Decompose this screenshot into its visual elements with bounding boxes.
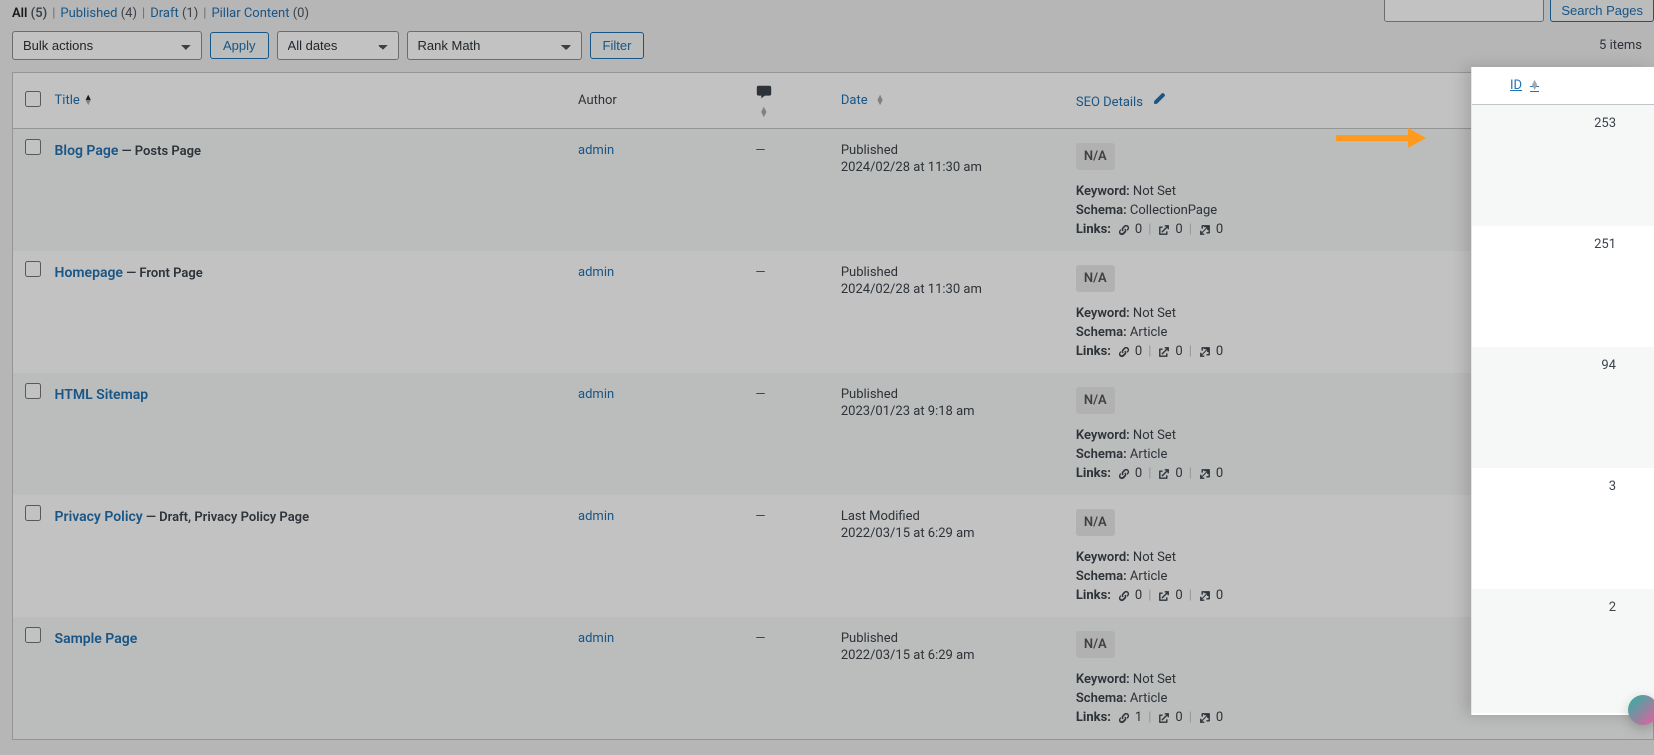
id-column-highlight: ID▲▼ 253 251 94 3 2 bbox=[1471, 67, 1654, 715]
select-all-checkbox[interactable] bbox=[25, 91, 41, 107]
table-row: Sample Page admin — Published 2022/03/15… bbox=[13, 617, 1654, 740]
external-link-icon: 0 bbox=[1157, 710, 1182, 725]
author-link[interactable]: admin bbox=[578, 509, 614, 524]
page-title-link[interactable]: HTML Sitemap bbox=[55, 387, 149, 403]
table-row: HTML Sitemap admin — Published 2023/01/2… bbox=[13, 373, 1654, 495]
pencil-icon[interactable] bbox=[1152, 95, 1166, 110]
internal-link-icon: 1 bbox=[1117, 710, 1142, 725]
post-state: — Front Page bbox=[126, 266, 203, 281]
chat-bubble-icon[interactable] bbox=[1628, 695, 1654, 725]
external-link-icon: 0 bbox=[1157, 344, 1182, 359]
filter-all[interactable]: All (5) bbox=[12, 6, 47, 21]
apply-button[interactable]: Apply bbox=[210, 32, 269, 59]
row-checkbox[interactable] bbox=[25, 261, 41, 277]
seo-score-badge: N/A bbox=[1076, 509, 1115, 536]
date-status: Published bbox=[841, 387, 1056, 402]
search-pages-input[interactable] bbox=[1384, 0, 1544, 22]
col-id-highlighted[interactable]: ID▲▼ bbox=[1510, 78, 1539, 93]
id-value: 253 bbox=[1594, 105, 1616, 131]
date-status: Published bbox=[841, 265, 1056, 280]
id-value: 3 bbox=[1609, 468, 1616, 494]
internal-link-icon: 0 bbox=[1117, 588, 1142, 603]
post-state: — Draft, Privacy Policy Page bbox=[146, 510, 309, 525]
seo-score-badge: N/A bbox=[1076, 143, 1115, 170]
author-link[interactable]: admin bbox=[578, 387, 614, 402]
incoming-link-icon: 0 bbox=[1198, 466, 1223, 481]
search-pages-button[interactable]: Search Pages bbox=[1550, 0, 1654, 22]
incoming-link-icon: 0 bbox=[1198, 222, 1223, 237]
caret-down-icon: ▼ bbox=[759, 113, 768, 118]
date-value: 2024/02/28 at 11:30 am bbox=[841, 282, 1056, 297]
page-title-link[interactable]: Blog Page bbox=[55, 143, 119, 159]
post-state: — Posts Page bbox=[122, 144, 201, 159]
external-link-icon: 0 bbox=[1157, 588, 1182, 603]
date-value: 2024/02/28 at 11:30 am bbox=[841, 160, 1056, 175]
incoming-link-icon: 0 bbox=[1198, 710, 1223, 725]
col-date[interactable]: Date▲▼ bbox=[841, 93, 885, 108]
comments-count: — bbox=[755, 387, 765, 402]
page-title-link[interactable]: Sample Page bbox=[55, 631, 138, 647]
author-link[interactable]: admin bbox=[578, 143, 614, 158]
comments-count: — bbox=[755, 631, 765, 646]
col-author: Author bbox=[568, 73, 745, 129]
author-link[interactable]: admin bbox=[578, 265, 614, 280]
bulk-actions-select[interactable]: Bulk actions bbox=[12, 31, 202, 60]
seo-score-badge: N/A bbox=[1076, 631, 1115, 658]
page-title-link[interactable]: Privacy Policy bbox=[55, 509, 143, 525]
id-value: 2 bbox=[1609, 589, 1616, 615]
annotation-arrow-icon bbox=[1336, 128, 1426, 148]
table-row: Homepage — Front Page admin — Published … bbox=[13, 251, 1654, 373]
caret-down-icon: ▼ bbox=[1530, 86, 1539, 91]
internal-link-icon: 0 bbox=[1117, 222, 1142, 237]
row-checkbox[interactable] bbox=[25, 505, 41, 521]
date-value: 2022/03/15 at 6:29 am bbox=[841, 526, 1056, 541]
comment-bubble-icon bbox=[755, 83, 820, 101]
id-value: 251 bbox=[1594, 226, 1616, 252]
row-checkbox[interactable] bbox=[25, 383, 41, 399]
seo-score-badge: N/A bbox=[1076, 265, 1115, 292]
page-title-link[interactable]: Homepage bbox=[55, 265, 123, 281]
external-link-icon: 0 bbox=[1157, 222, 1182, 237]
date-status: Last Modified bbox=[841, 509, 1056, 524]
caret-down-icon: ▼ bbox=[876, 101, 885, 106]
filter-button[interactable]: Filter bbox=[590, 32, 645, 59]
comments-count: — bbox=[755, 143, 765, 158]
internal-link-icon: 0 bbox=[1117, 344, 1142, 359]
pages-table: Title▲▼ Author ▲▼ Date▲▼ SEO Details ID▲… bbox=[12, 72, 1654, 740]
item-count: 5 items bbox=[1599, 38, 1642, 53]
internal-link-icon: 0 bbox=[1117, 466, 1142, 481]
incoming-link-icon: 0 bbox=[1198, 588, 1223, 603]
comments-count: — bbox=[755, 509, 765, 524]
date-status: Published bbox=[841, 631, 1056, 646]
table-row: Privacy Policy — Draft, Privacy Policy P… bbox=[13, 495, 1654, 617]
caret-down-icon: ▼ bbox=[84, 101, 93, 106]
row-checkbox[interactable] bbox=[25, 627, 41, 643]
filter-draft[interactable]: Draft (1) bbox=[150, 6, 198, 21]
col-title[interactable]: Title▲▼ bbox=[55, 93, 93, 108]
comments-count: — bbox=[755, 265, 765, 280]
rankmath-filter-select[interactable]: Rank Math bbox=[407, 31, 582, 60]
seo-score-badge: N/A bbox=[1076, 387, 1115, 414]
date-value: 2022/03/15 at 6:29 am bbox=[841, 648, 1056, 663]
incoming-link-icon: 0 bbox=[1198, 344, 1223, 359]
filter-pillar[interactable]: Pillar Content (0) bbox=[211, 6, 309, 21]
col-comments[interactable]: ▲▼ bbox=[745, 73, 830, 129]
filter-published[interactable]: Published (4) bbox=[60, 6, 137, 21]
date-filter-select[interactable]: All dates bbox=[277, 31, 399, 60]
date-value: 2023/01/23 at 9:18 am bbox=[841, 404, 1056, 419]
author-link[interactable]: admin bbox=[578, 631, 614, 646]
id-value: 94 bbox=[1601, 347, 1616, 373]
external-link-icon: 0 bbox=[1157, 466, 1182, 481]
date-status: Published bbox=[841, 143, 1056, 158]
row-checkbox[interactable] bbox=[25, 139, 41, 155]
